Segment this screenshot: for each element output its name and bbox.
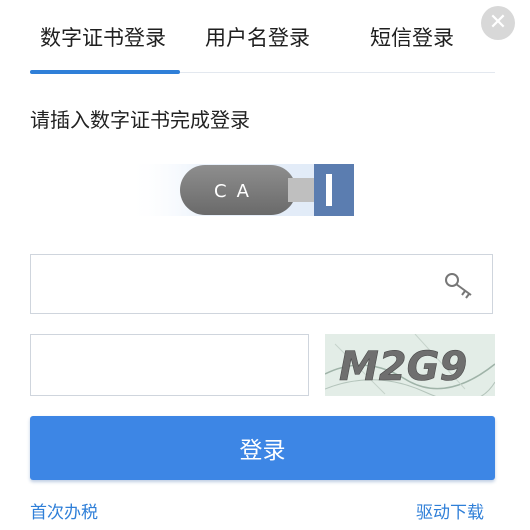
usb-ca-label: CA [214, 181, 259, 202]
driver-download-link[interactable]: 驱动下载 [416, 498, 484, 523]
captcha-text: M2G9 [339, 344, 467, 390]
tab-username[interactable]: 用户名登录 [205, 22, 310, 52]
key-icon[interactable] [444, 271, 476, 299]
instruction-text: 请插入数字证书完成登录 [30, 108, 250, 132]
close-icon: ✕ [488, 10, 508, 35]
first-time-tax-link[interactable]: 首次办税 [30, 498, 98, 523]
close-button[interactable]: ✕ [481, 6, 515, 40]
active-tab-indicator [30, 70, 180, 74]
certificate-input[interactable] [30, 254, 493, 314]
login-tabs: 数字证书登录 用户名登录 短信登录 [30, 0, 495, 74]
login-button[interactable]: 登录 [30, 416, 495, 480]
captcha-image[interactable]: M2G9 [325, 334, 495, 396]
captcha-field[interactable] [31, 335, 308, 395]
tab-sms[interactable]: 短信登录 [370, 22, 454, 52]
usb-key-icon: CA [128, 160, 354, 220]
tab-digital-certificate[interactable]: 数字证书登录 [40, 22, 166, 52]
certificate-field[interactable] [31, 255, 492, 313]
login-panel: 数字证书登录 用户名登录 短信登录 ✕ 请插入数字证书完成登录 CA M2G9 … [0, 0, 530, 530]
captcha-input[interactable] [30, 334, 309, 396]
